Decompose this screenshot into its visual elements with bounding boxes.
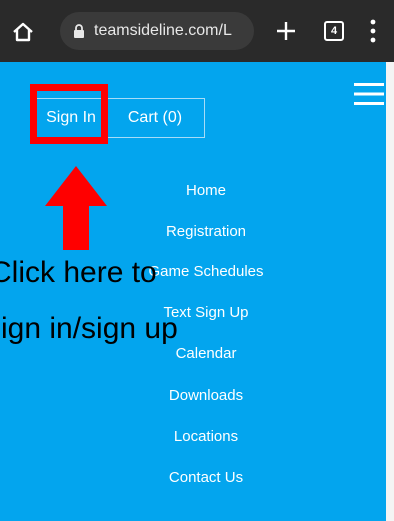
annotation-line-1: Click here to (0, 256, 157, 289)
address-bar[interactable]: teamsideline.com/L (60, 12, 254, 50)
nav-item-downloads[interactable]: Downloads (106, 387, 306, 405)
nav-item-registration[interactable]: Registration (106, 223, 306, 241)
annotation-line-2: sign in/sign up (0, 312, 178, 345)
up-arrow-icon (45, 166, 107, 250)
nav-menu: Home Registration Game Schedules Text Si… (0, 62, 394, 521)
nav-item-home[interactable]: Home (106, 182, 306, 200)
nav-item-contact-us[interactable]: Contact Us (106, 469, 306, 487)
url-text: teamsideline.com/L (94, 22, 232, 39)
new-tab-icon[interactable] (274, 19, 298, 43)
screenshot: teamsideline.com/L 4 Sign In Cart (0) Ho… (0, 0, 394, 521)
browser-toolbar: teamsideline.com/L 4 (0, 0, 394, 62)
site-header-menu: Sign In Cart (0) Home Registration Game … (0, 62, 394, 521)
home-icon[interactable] (12, 21, 34, 43)
tab-switcher-icon[interactable]: 4 (324, 21, 344, 41)
lock-icon (74, 24, 84, 38)
more-icon[interactable] (368, 18, 378, 44)
nav-item-calendar[interactable]: Calendar (106, 345, 306, 363)
nav-item-locations[interactable]: Locations (106, 428, 306, 446)
